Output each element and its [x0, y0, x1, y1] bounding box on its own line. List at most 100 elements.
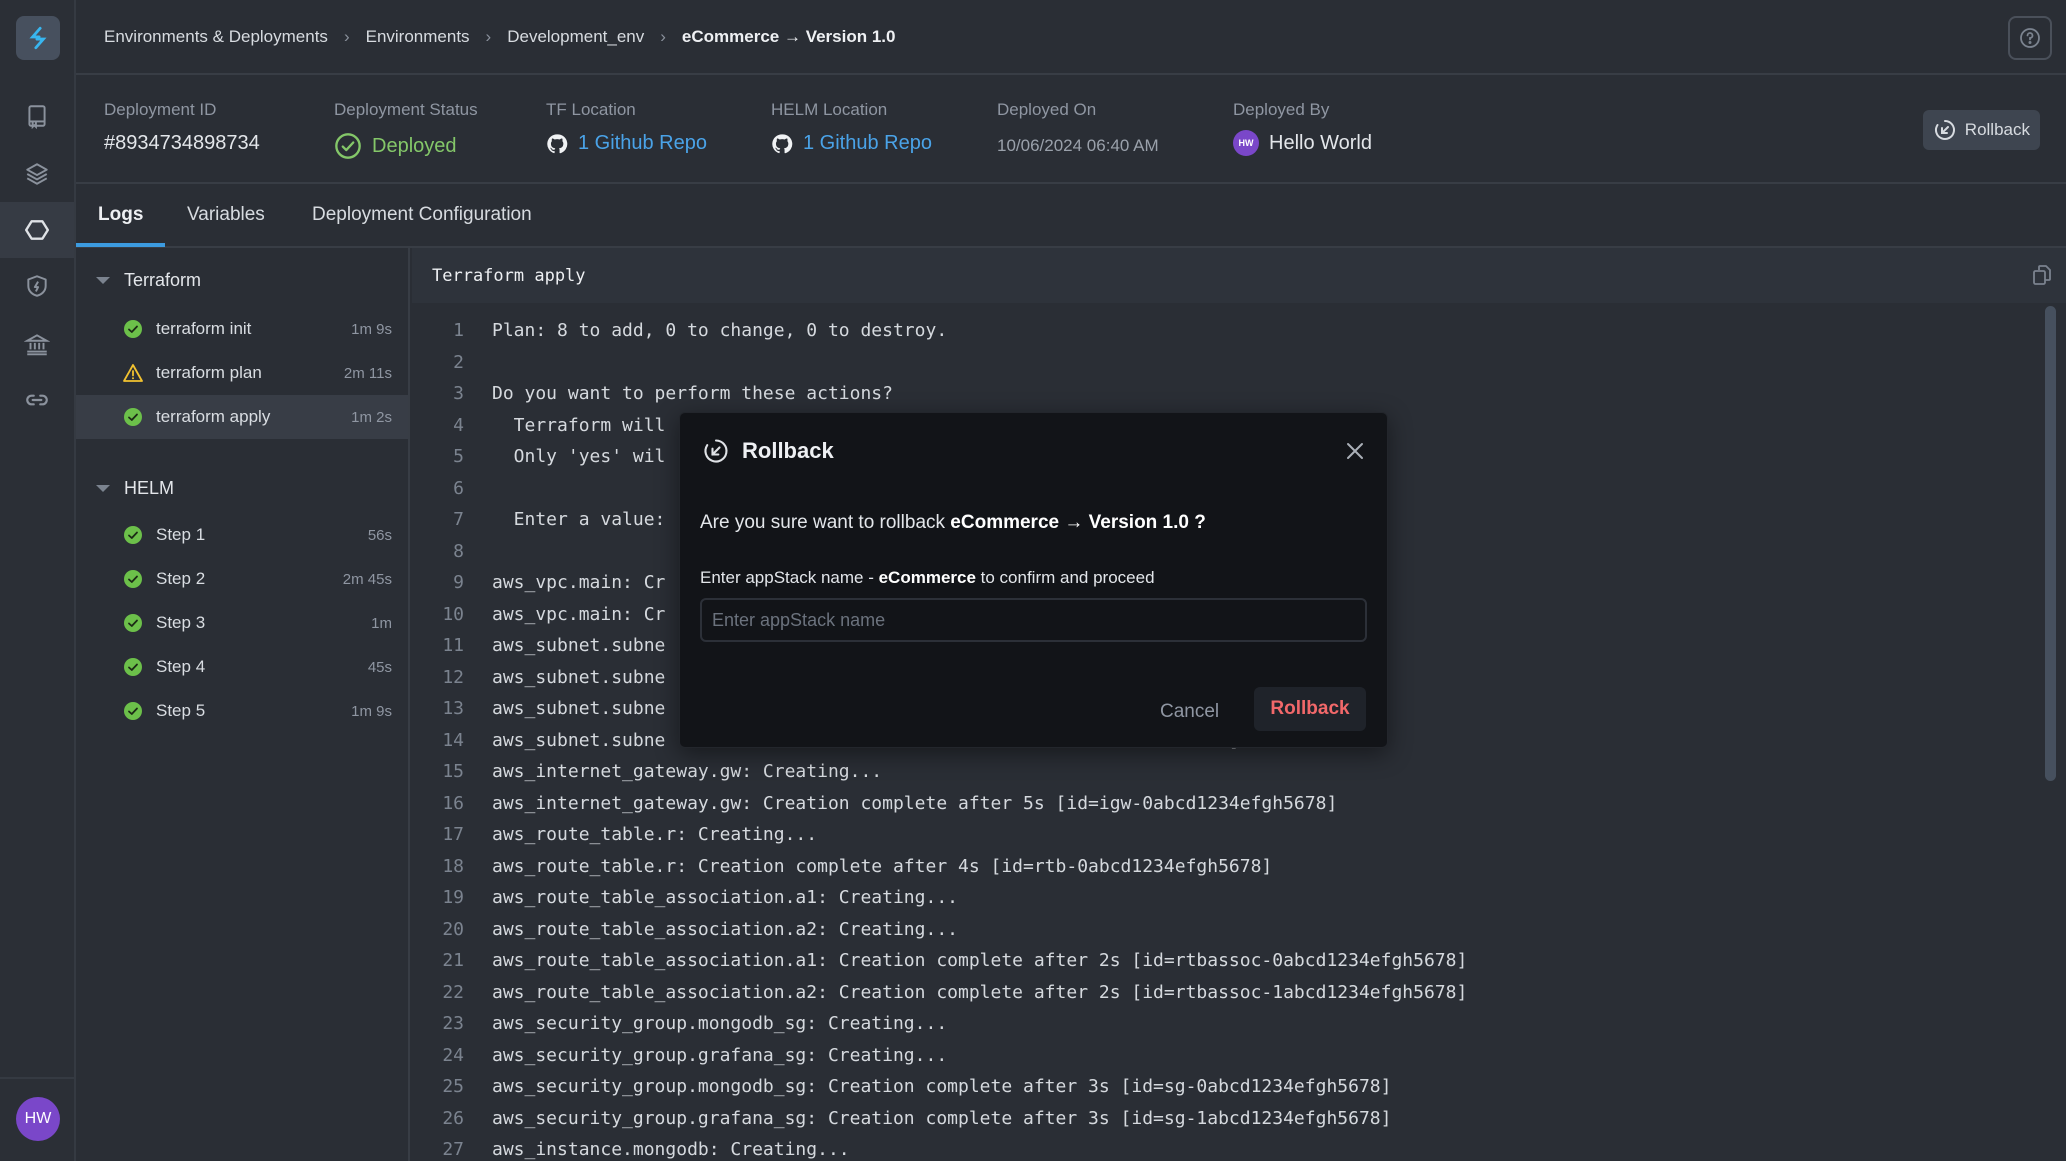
step-helm-2[interactable]: Step 2 2m 45s — [76, 557, 408, 601]
line-text: aws_security_group.mongodb_sg: Creation … — [492, 1076, 1392, 1098]
line-number: 8 — [453, 540, 464, 562]
group-helm[interactable]: HELM — [96, 478, 174, 499]
line-number: 27 — [442, 1139, 464, 1161]
step-duration: 1m 9s — [351, 320, 392, 338]
line-text: Plan: 8 to add, 0 to change, 0 to destro… — [492, 320, 948, 342]
rail-item-stacks[interactable] — [0, 146, 74, 202]
rail-item-catalog[interactable] — [0, 88, 74, 144]
dialog-title: Rollback — [702, 437, 834, 465]
app-logo[interactable] — [16, 16, 60, 60]
breadcrumb-item[interactable]: Development_env — [507, 27, 644, 47]
step-terraform-init[interactable]: terraform init 1m 9s — [76, 307, 408, 351]
chevron-right-icon: › — [660, 26, 666, 46]
line-text: aws_instance.mongodb: Creating... — [492, 1139, 850, 1161]
rail-item-governance[interactable] — [0, 316, 74, 372]
deployed-by-value: HW Hello World — [1233, 130, 1372, 156]
tf-location-link[interactable]: 1 Github Repo — [546, 132, 707, 155]
caret-down-icon — [96, 277, 110, 284]
close-icon[interactable] — [1343, 439, 1367, 463]
log-line: 20 aws_route_table_association.a2: Creati… — [412, 914, 2066, 946]
line-text: aws_route_table_association.a2: Creating… — [492, 918, 958, 940]
copy-icon[interactable] — [2030, 263, 2054, 287]
rollback-button[interactable]: Rollback — [1922, 110, 2040, 150]
rail-item-integrations[interactable] — [0, 372, 74, 428]
step-duration: 1m 9s — [351, 702, 392, 720]
log-header: Terraform apply — [412, 248, 2066, 303]
line-number: 17 — [442, 824, 464, 846]
success-icon — [124, 320, 142, 338]
tab-logs[interactable]: Logs — [98, 204, 143, 226]
rollback-label: Rollback — [1964, 120, 2030, 139]
line-text: aws_internet_gateway.gw: Creating... — [492, 761, 883, 783]
breadcrumb: Environments & Deployments › Environment… — [104, 27, 895, 47]
breadcrumb-item[interactable]: Environments & Deployments — [104, 27, 328, 47]
dialog-question: Are you sure want to rollback eCommerce … — [700, 512, 1206, 534]
step-terraform-plan[interactable]: terraform plan 2m 11s — [76, 351, 408, 395]
rail-item-security[interactable] — [0, 258, 74, 314]
line-text: aws_security_group.grafana_sg: Creation … — [492, 1107, 1392, 1129]
tab-bar: Logs Variables Deployment Configuration — [76, 184, 2066, 248]
log-line: 3 Do you want to perform these actions? — [412, 378, 2066, 410]
warning-icon — [123, 364, 143, 382]
log-line: 16 aws_internet_gateway.gw: Creation comp… — [412, 788, 2066, 820]
step-duration: 1m 2s — [351, 408, 392, 426]
line-number: 11 — [442, 635, 464, 657]
step-helm-3[interactable]: Step 3 1m — [76, 601, 408, 645]
line-text: aws_vpc.main: Cr — [492, 603, 666, 625]
help-button[interactable] — [2008, 16, 2052, 60]
log-line: 1 Plan: 8 to add, 0 to change, 0 to destr… — [412, 315, 2066, 347]
log-line: 21 aws_route_table_association.a1: Creati… — [412, 945, 2066, 977]
step-name: Step 4 — [156, 657, 206, 676]
tab-deployment-configuration[interactable]: Deployment Configuration — [312, 204, 532, 226]
deployment-id-label: Deployment ID — [104, 100, 217, 119]
line-text: aws_subnet.subne — [492, 698, 666, 720]
confirm-rollback-button[interactable]: Rollback — [1254, 687, 1366, 731]
cancel-button[interactable]: Cancel — [1150, 691, 1229, 733]
helm-location-link[interactable]: 1 Github Repo — [771, 132, 932, 155]
breadcrumb-item[interactable]: Environments — [366, 27, 470, 47]
step-helm-5[interactable]: Step 5 1m 9s — [76, 689, 408, 733]
hint-app: eCommerce — [878, 568, 976, 587]
line-number: 9 — [453, 572, 464, 594]
rail-item-environments[interactable] — [0, 202, 74, 258]
chevron-right-icon: › — [485, 26, 492, 46]
line-number: 25 — [442, 1076, 464, 1098]
step-terraform-apply[interactable]: terraform apply 1m 2s — [76, 395, 408, 439]
log-scrollbar[interactable] — [2045, 306, 2056, 781]
dialog-title-text: Rollback — [742, 438, 834, 463]
appstack-name-input[interactable] — [700, 598, 1367, 642]
link-icon — [26, 394, 48, 406]
step-name: terraform apply — [156, 407, 271, 426]
step-helm-4[interactable]: Step 4 45s — [76, 645, 408, 689]
rail-divider — [0, 1077, 74, 1079]
shield-bolt-icon — [27, 275, 47, 297]
question-version: → Version 1.0 ? — [1059, 512, 1206, 533]
log-line: 24 aws_security_group.grafana_sg: Creatin… — [412, 1040, 2066, 1072]
deployed-by-field: Deployed By HW Hello World — [1233, 100, 1372, 156]
top-bar: Environments & Deployments › Environment… — [76, 0, 2066, 75]
line-text: aws_route_table_association.a1: Creating… — [492, 887, 958, 909]
step-duration: 1m — [371, 614, 392, 632]
user-avatar[interactable]: HW — [16, 1097, 60, 1141]
line-number: 10 — [442, 603, 464, 625]
success-icon — [124, 702, 142, 720]
layers-icon — [26, 163, 48, 185]
status-text: Deployed — [372, 134, 457, 157]
rollback-icon — [1934, 120, 1955, 140]
github-icon — [547, 133, 568, 153]
line-number: 12 — [442, 666, 464, 688]
check-circle-icon — [335, 133, 361, 159]
helm-location-text: 1 Github Repo — [803, 132, 932, 154]
step-name: terraform init — [156, 319, 252, 338]
deployer-avatar: HW — [1233, 130, 1259, 156]
helm-location-label: HELM Location — [771, 100, 888, 119]
step-helm-1[interactable]: Step 1 56s — [76, 513, 408, 557]
caret-down-icon — [96, 485, 110, 492]
group-terraform[interactable]: Terraform — [96, 270, 201, 291]
log-line: 15 aws_internet_gateway.gw: Creating... — [412, 756, 2066, 788]
line-text: aws_route_table_association.a2: Creation… — [492, 981, 1468, 1003]
line-number: 6 — [453, 477, 464, 499]
step-name: Step 5 — [156, 701, 206, 720]
tab-variables[interactable]: Variables — [187, 204, 265, 226]
book-icon — [28, 105, 46, 129]
